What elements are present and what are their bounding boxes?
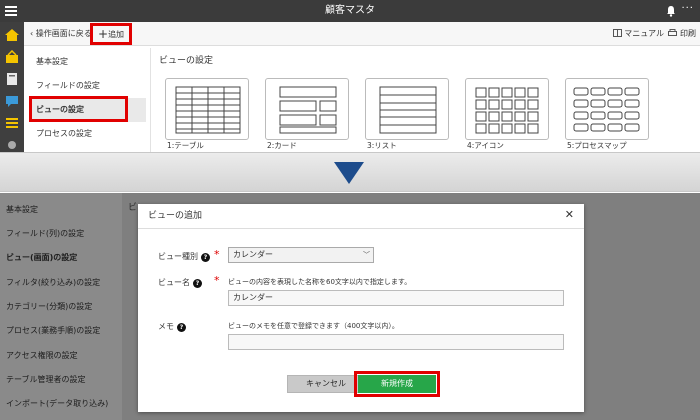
manual-link[interactable]: マニュアル xyxy=(612,22,664,46)
dialog-divider xyxy=(138,228,584,229)
view-name-input[interactable]: カレンダー xyxy=(228,290,564,306)
panel-heading: ビューの設定 xyxy=(159,56,214,66)
settings-sidebar: 基本設定 フィールド(列)の設定 ビュー(画面)の設定 フィルタ(絞り込み)の設… xyxy=(0,193,122,420)
more-icon[interactable]: ··· xyxy=(681,3,694,14)
help-icon[interactable]: ? xyxy=(193,279,202,288)
printer-icon xyxy=(668,29,678,36)
highlight-views-menu xyxy=(29,96,128,122)
sidebar-item[interactable]: テーブル管理者の設定 xyxy=(6,374,86,385)
required-icon: * xyxy=(214,274,220,287)
dialog-title: ビューの追加 xyxy=(148,211,203,221)
menu-item-fields[interactable]: フィールドの設定 xyxy=(30,74,146,98)
highlight-create-button xyxy=(354,371,440,397)
arrow-down-icon xyxy=(334,162,364,184)
sidebar-item[interactable]: ビュー(画面)の設定 xyxy=(6,252,77,263)
grid-icon xyxy=(475,87,539,134)
card-icon xyxy=(279,86,337,134)
basket-icon[interactable] xyxy=(4,50,20,64)
help-icon[interactable]: ? xyxy=(177,323,186,332)
view-name-label-text: ビュー名 xyxy=(158,278,190,287)
close-icon[interactable]: ✕ xyxy=(565,208,574,221)
view-name-hint: ビューの内容を表現した名称を60文字以内で指定します。 xyxy=(228,278,412,286)
back-link[interactable]: ‹ 操作画面に戻る xyxy=(30,22,92,46)
print-label: 印刷 xyxy=(680,29,696,38)
background-heading: ビ xyxy=(128,203,138,213)
view-label-list: 3:リスト xyxy=(367,141,397,150)
list-icon xyxy=(379,86,437,134)
memo-label: メモ? xyxy=(158,321,186,332)
chat-icon[interactable] xyxy=(4,94,20,108)
step-divider xyxy=(0,152,700,192)
chevron-down-icon: ﹀ xyxy=(363,251,370,259)
view-label-process-map: 5:プロセスマップ xyxy=(567,141,627,150)
sidebar-item[interactable]: プロセス(業務手順)の設定 xyxy=(6,325,100,336)
view-label-icon: 4:アイコン xyxy=(467,141,504,150)
view-settings-panel: ビューの設定 1:テーブル 2:カード 3:リスト 4:アイコン 5:プロセスマ… xyxy=(150,48,700,152)
memo-hint: ビューのメモを任意で登録できます（400文字以内）。 xyxy=(228,322,399,330)
memo-input[interactable] xyxy=(228,334,564,350)
home-icon[interactable] xyxy=(4,28,20,42)
sidebar-item[interactable]: 基本設定 xyxy=(6,204,38,215)
required-icon: * xyxy=(214,248,220,261)
book-icon[interactable] xyxy=(4,72,20,86)
view-card-card[interactable] xyxy=(265,78,349,140)
view-name-label: ビュー名? xyxy=(158,277,202,288)
sidebar-item[interactable]: フィールド(列)の設定 xyxy=(6,228,84,239)
view-label-table: 1:テーブル xyxy=(167,141,204,150)
sidebar-item[interactable]: アクセス権限の設定 xyxy=(6,350,78,361)
bell-icon[interactable] xyxy=(666,5,676,17)
app-title: 顧客マスタ xyxy=(325,5,375,16)
menu-item-basic[interactable]: 基本設定 xyxy=(30,50,146,74)
table-icon xyxy=(175,86,241,134)
help-icon[interactable]: ? xyxy=(201,253,210,262)
memo-label-text: メモ xyxy=(158,322,174,331)
back-label: 操作画面に戻る xyxy=(35,29,92,38)
view-card-process-map[interactable] xyxy=(565,78,649,140)
sidebar-item[interactable]: フィルタ(絞り込み)の設定 xyxy=(6,277,100,288)
sidebar-item[interactable]: カテゴリー(分類)の設定 xyxy=(6,301,92,312)
view-card-table[interactable] xyxy=(165,78,249,140)
add-view-dialog: ビューの追加 ✕ ビュー種別? * カレンダー ﹀ ビュー名? * ビューの内容… xyxy=(138,204,584,412)
view-type-select[interactable]: カレンダー ﹀ xyxy=(228,247,374,263)
sidebar-item[interactable]: インポート(データ取り込み) xyxy=(6,398,108,409)
settings-icon[interactable] xyxy=(4,138,20,152)
view-type-label-text: ビュー種別 xyxy=(158,252,198,261)
list-icon[interactable] xyxy=(4,116,20,130)
view-card-list[interactable] xyxy=(365,78,449,140)
highlight-add-button xyxy=(90,23,132,45)
process-map-icon xyxy=(573,87,640,132)
view-card-icon[interactable] xyxy=(465,78,549,140)
view-type-label: ビュー種別? xyxy=(158,251,210,262)
book-icon xyxy=(612,29,622,37)
view-type-value: カレンダー xyxy=(233,250,273,259)
manual-label: マニュアル xyxy=(624,29,664,38)
view-label-card: 2:カード xyxy=(267,141,297,150)
app-header: 顧客マスタ ··· xyxy=(0,0,700,22)
app-sidebar xyxy=(0,22,24,152)
print-link[interactable]: 印刷 xyxy=(668,22,696,46)
menu-item-process[interactable]: プロセスの設定 xyxy=(30,122,146,146)
